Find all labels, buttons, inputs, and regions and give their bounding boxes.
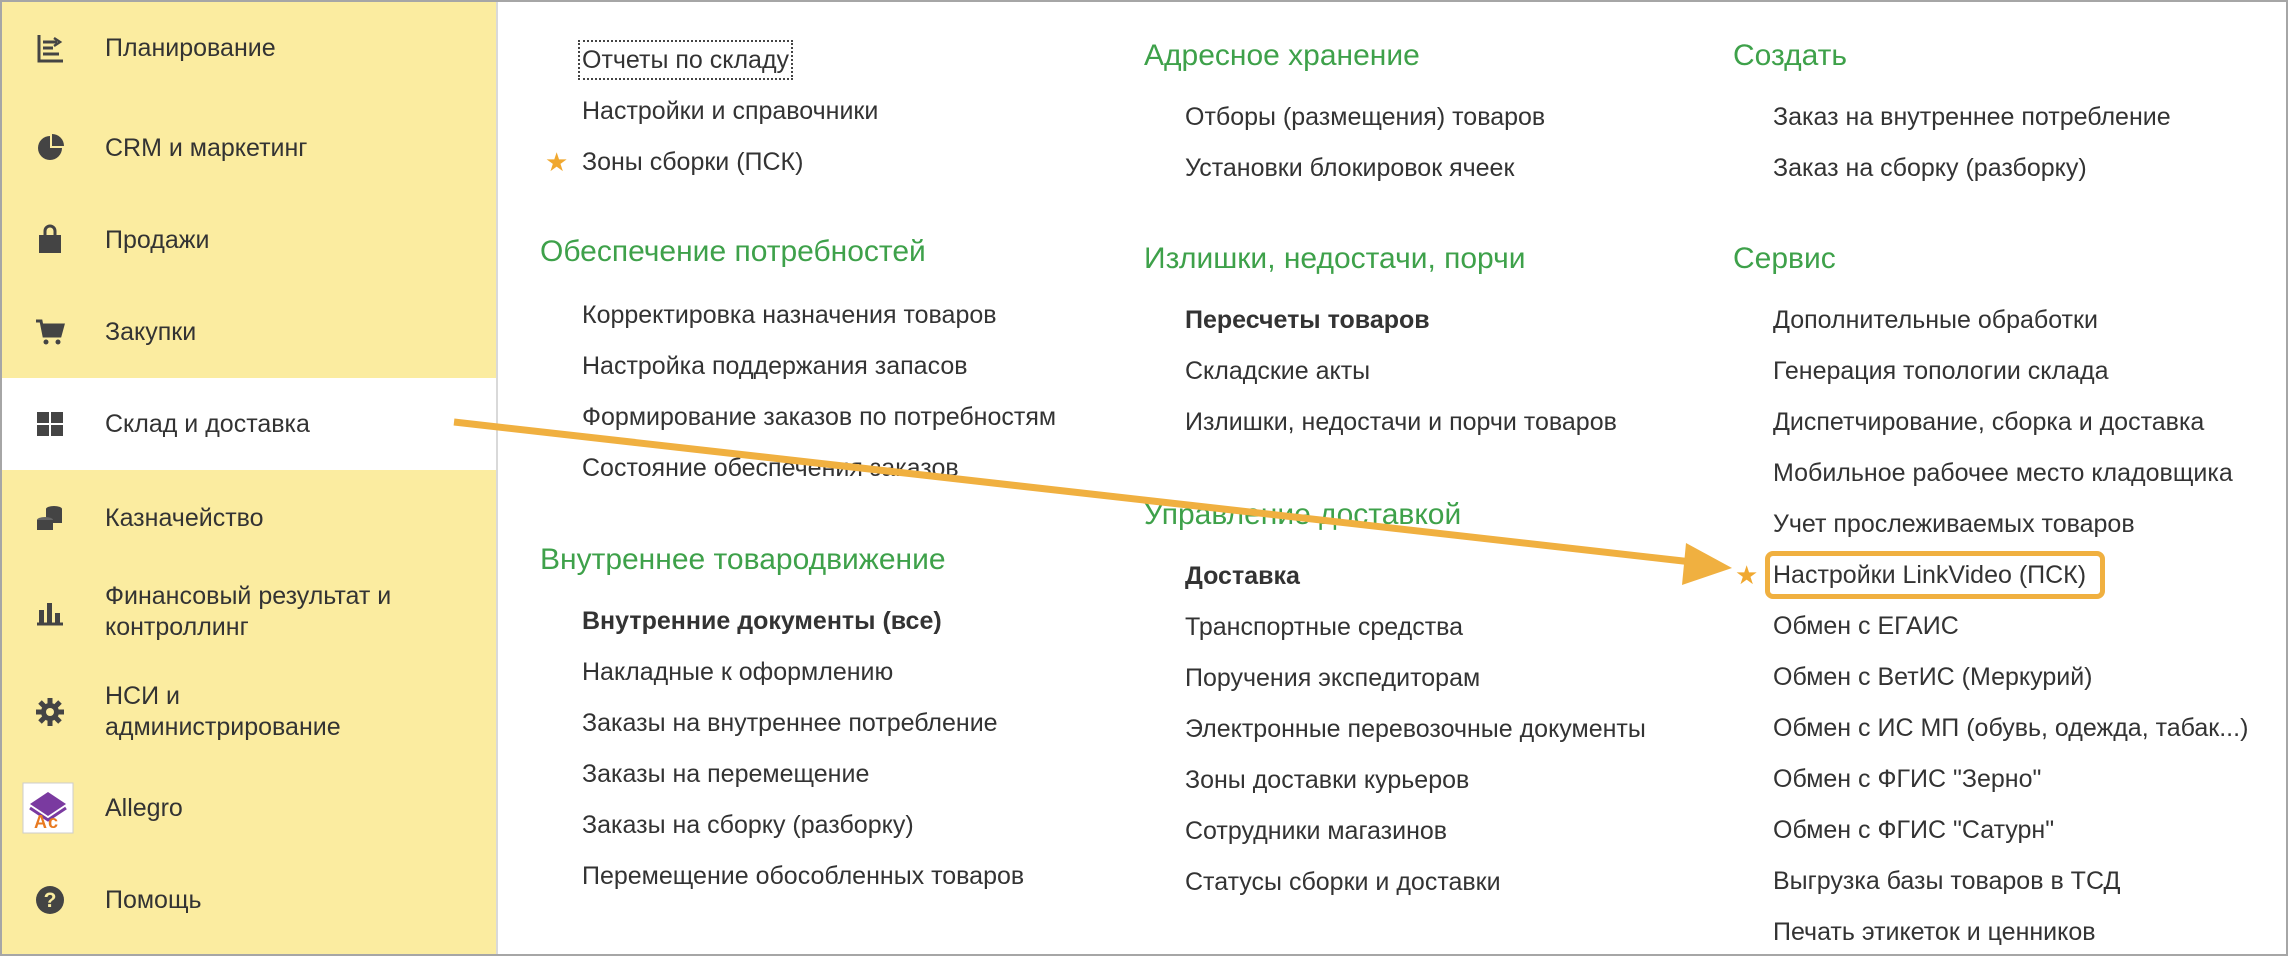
svg-text:A: A bbox=[34, 812, 47, 832]
link-item[interactable]: Пересчеты товаров bbox=[1185, 304, 1430, 336]
planning-icon bbox=[32, 30, 68, 66]
link-item[interactable]: Заказы на перемещение bbox=[582, 758, 869, 790]
sidebar-item-label: Allegro bbox=[105, 793, 183, 822]
shopping-cart-icon bbox=[32, 314, 68, 350]
link-item[interactable]: Настройка поддержания запасов bbox=[582, 350, 968, 382]
link-item[interactable]: Обмен с ЕГАИС bbox=[1773, 610, 1959, 642]
link-item[interactable]: Установки блокировок ячеек bbox=[1185, 152, 1514, 184]
link-item[interactable]: Заказы на сборку (разборку) bbox=[582, 809, 914, 841]
link-item[interactable]: Заказы на внутреннее потребление bbox=[582, 707, 998, 739]
link-item[interactable]: Внутренние документы (все) bbox=[582, 605, 942, 637]
link-item[interactable]: Накладные к оформлению bbox=[582, 656, 893, 688]
link-item[interactable]: Дополнительные обработки bbox=[1773, 304, 2098, 336]
link-item[interactable]: Излишки, недостачи и порчи товаров bbox=[1185, 406, 1617, 438]
link-picking-zones[interactable]: Зоны сборки (ПСК) bbox=[582, 146, 803, 178]
link-item[interactable]: Печать этикеток и ценников bbox=[1773, 916, 2096, 948]
favorite-star-icon[interactable]: ★ bbox=[545, 146, 568, 178]
sidebar-item-crm[interactable]: CRM и маркетинг bbox=[2, 120, 496, 176]
app-frame: Планирование CRM и маркетинг Продажи Зак… bbox=[0, 0, 2288, 956]
link-item[interactable]: Состояние обеспечения заказов bbox=[582, 452, 959, 484]
link-item[interactable]: Учет прослеживаемых товаров bbox=[1773, 508, 2135, 540]
link-item[interactable]: Поручения экспедиторам bbox=[1185, 662, 1480, 694]
sidebar-item-label: НСИ и администрирование bbox=[105, 682, 341, 741]
sidebar-item-label: Казначейство bbox=[105, 503, 264, 532]
allegro-logo-icon: Ac bbox=[22, 782, 74, 834]
sidebar-item-label: Закупки bbox=[105, 317, 197, 346]
group-title-internal-movement: Внутреннее товародвижение bbox=[540, 543, 946, 576]
group-title-supply: Обеспечение потребностей bbox=[540, 235, 926, 268]
shopping-bag-icon bbox=[32, 222, 68, 258]
group-title-surplus-shortage: Излишки, недостачи, порчи bbox=[1144, 242, 1526, 275]
warehouse-grid-icon bbox=[32, 406, 68, 442]
link-item[interactable]: Складские акты bbox=[1185, 355, 1370, 387]
svg-text:c: c bbox=[48, 812, 58, 832]
sidebar-item-warehouse[interactable]: Склад и доставка bbox=[2, 378, 496, 470]
sidebar-item-help[interactable]: ? Помощь bbox=[2, 872, 496, 928]
link-item[interactable]: Зоны доставки курьеров bbox=[1185, 764, 1469, 796]
link-linkvideo-settings[interactable]: Настройки LinkVideo (ПСК) bbox=[1773, 559, 2086, 591]
pie-chart-icon bbox=[32, 130, 68, 166]
favorite-star-icon[interactable]: ★ bbox=[1735, 559, 1758, 591]
sidebar-item-label: Склад и доставка bbox=[105, 409, 310, 438]
help-icon: ? bbox=[32, 882, 68, 918]
link-item[interactable]: Генерация топологии склада bbox=[1773, 355, 2109, 387]
group-title-service: Сервис bbox=[1733, 242, 1836, 275]
sidebar-item-admin[interactable]: НСИ и администрирование bbox=[2, 680, 496, 744]
sidebar-item-allegro[interactable]: Ac Allegro bbox=[2, 780, 496, 836]
link-warehouse-reports[interactable]: Отчеты по складу bbox=[577, 40, 794, 80]
link-item[interactable]: Перемещение обособленных товаров bbox=[582, 860, 1024, 892]
link-item[interactable]: Сотрудники магазинов bbox=[1185, 815, 1447, 847]
link-item[interactable]: Обмен с ФГИС "Зерно" bbox=[1773, 763, 2041, 795]
link-item[interactable]: Транспортные средства bbox=[1185, 611, 1463, 643]
link-item[interactable]: Корректировка назначения товаров bbox=[582, 299, 997, 331]
group-title-address-storage: Адресное хранение bbox=[1144, 39, 1420, 72]
link-item[interactable]: Заказ на сборку (разборку) bbox=[1773, 152, 2087, 184]
sidebar-item-label: Финансовый результат и контроллинг bbox=[105, 582, 392, 641]
coins-icon bbox=[32, 500, 68, 536]
link-item[interactable]: Доставка bbox=[1185, 560, 1300, 592]
sidebar-item-label: Продажи bbox=[105, 225, 210, 254]
link-settings-references[interactable]: Настройки и справочники bbox=[582, 95, 878, 127]
link-item[interactable]: Заказ на внутреннее потребление bbox=[1773, 101, 2171, 133]
sidebar-item-label: Помощь bbox=[105, 885, 202, 914]
link-item[interactable]: Формирование заказов по потребностям bbox=[582, 401, 1056, 433]
sidebar-item-planning[interactable]: Планирование bbox=[2, 20, 496, 76]
sidebar-item-finance[interactable]: Финансовый результат и контроллинг bbox=[2, 580, 496, 644]
bar-chart-icon bbox=[32, 594, 68, 630]
sidebar-item-treasury[interactable]: Казначейство bbox=[2, 490, 496, 546]
sidebar-item-label: Планирование bbox=[105, 33, 276, 62]
link-item[interactable]: Обмен с ИС МП (обувь, одежда, табак...) bbox=[1773, 712, 2248, 744]
link-item[interactable]: Диспетчирование, сборка и доставка bbox=[1773, 406, 2204, 438]
group-title-create: Создать bbox=[1733, 39, 1848, 72]
link-item[interactable]: Отборы (размещения) товаров bbox=[1185, 101, 1545, 133]
link-item[interactable]: Обмен с ФГИС "Сатурн" bbox=[1773, 814, 2054, 846]
sidebar-item-label: CRM и маркетинг bbox=[105, 133, 308, 162]
sidebar-item-sales[interactable]: Продажи bbox=[2, 212, 496, 268]
sidebar-item-purchases[interactable]: Закупки bbox=[2, 304, 496, 360]
link-item[interactable]: Обмен с ВетИС (Меркурий) bbox=[1773, 661, 2093, 693]
gear-icon bbox=[32, 694, 68, 730]
sidebar: Планирование CRM и маркетинг Продажи Зак… bbox=[2, 2, 498, 954]
link-item[interactable]: Выгрузка базы товаров в ТСД bbox=[1773, 865, 2120, 897]
link-item[interactable]: Электронные перевозочные документы bbox=[1185, 713, 1646, 745]
link-item[interactable]: Мобильное рабочее место кладовщика bbox=[1773, 457, 2233, 489]
group-title-delivery-management: Управление доставкой bbox=[1144, 498, 1462, 531]
link-item[interactable]: Статусы сборки и доставки bbox=[1185, 866, 1501, 898]
svg-text:?: ? bbox=[44, 889, 57, 912]
